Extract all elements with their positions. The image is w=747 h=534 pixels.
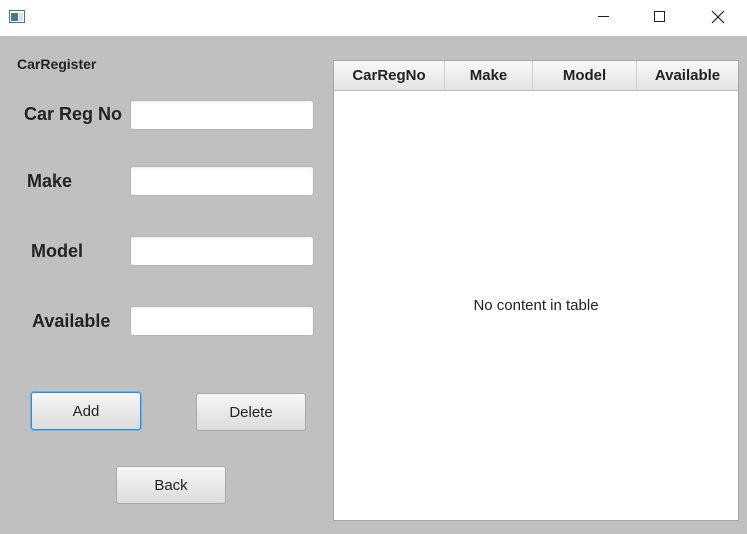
column-header-carregno[interactable]: CarRegNo bbox=[334, 61, 445, 90]
column-header-model[interactable]: Model bbox=[533, 61, 637, 90]
minimize-button[interactable] bbox=[574, 0, 632, 34]
add-button[interactable]: Add bbox=[31, 392, 141, 430]
window-titlebar[interactable] bbox=[0, 0, 747, 36]
available-input[interactable] bbox=[130, 306, 314, 336]
available-label: Available bbox=[32, 311, 111, 331]
page-title: CarRegister bbox=[17, 56, 97, 72]
car-reg-no-label: Car Reg No bbox=[24, 104, 123, 124]
column-header-make[interactable]: Make bbox=[445, 61, 533, 90]
table-empty-placeholder: No content in table bbox=[473, 297, 599, 314]
minimize-icon bbox=[598, 16, 609, 17]
client-area: CarRegister Car Reg No Make Model Availa… bbox=[0, 36, 747, 534]
close-icon bbox=[711, 10, 725, 24]
close-button[interactable] bbox=[689, 0, 747, 34]
delete-button[interactable]: Delete bbox=[196, 393, 306, 431]
column-header-available[interactable]: Available bbox=[637, 61, 738, 90]
model-label: Model bbox=[31, 241, 83, 261]
car-table[interactable]: CarRegNo Make Model Available No content… bbox=[333, 60, 739, 521]
table-header: CarRegNo Make Model Available bbox=[334, 61, 738, 91]
make-label: Make bbox=[27, 171, 73, 191]
model-input[interactable] bbox=[130, 236, 314, 266]
car-reg-no-input[interactable] bbox=[130, 100, 314, 130]
make-input[interactable] bbox=[130, 166, 314, 196]
back-button[interactable]: Back bbox=[116, 466, 226, 504]
java-app-icon bbox=[9, 10, 25, 23]
maximize-icon bbox=[654, 11, 665, 22]
maximize-button[interactable] bbox=[631, 0, 689, 34]
